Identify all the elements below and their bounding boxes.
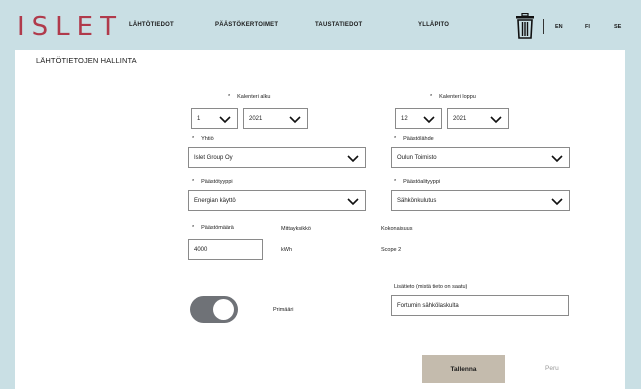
calendar-start-label: * Kalenteri alku [228, 94, 271, 100]
chevron-down-icon [347, 155, 359, 163]
calendar-start-year-select[interactable]: 2021 [243, 108, 308, 129]
emission-amount-label: * Päästömäärä [192, 225, 234, 231]
emission-type-select[interactable]: Energian käyttö [188, 190, 366, 211]
calendar-end-month-select[interactable]: 12 [395, 108, 442, 129]
chevron-down-icon [490, 116, 502, 124]
language-se[interactable]: SE [614, 24, 621, 30]
emission-source-label: * Päästölähde [394, 136, 434, 142]
scope-value: Scope 2 [381, 247, 402, 253]
unit-label: Mittayksikkö [281, 226, 311, 232]
additional-info-input[interactable]: Fortumin sähkölaskulta [391, 295, 569, 316]
cancel-link[interactable]: Peru [545, 365, 559, 372]
toggle-knob [213, 299, 234, 320]
page-title: LÄHTÖTIETOJEN HALLINTA [36, 56, 137, 65]
additional-info-label: Lisätieto (mistä tieto on saatu) [394, 284, 468, 290]
nav-item-lahtotiedot[interactable]: LÄHTÖTIEDOT [129, 22, 174, 28]
nav-item-yllapito[interactable]: YLLÄPITO [418, 22, 449, 28]
nav-item-paastokertoimet[interactable]: PÄÄSTÖKERTOIMET [215, 22, 278, 28]
primary-label: Primääri [273, 307, 294, 313]
unit-value: kWh [281, 247, 292, 253]
chevron-down-icon [289, 116, 301, 124]
nav-item-taustatiedot[interactable]: TAUSTATIEDOT [315, 22, 362, 28]
emission-type-label: * Päästötyyppi [192, 179, 233, 185]
top-navigation-bar: ISLET LÄHTÖTIEDOT PÄÄSTÖKERTOIMET TAUSTA… [0, 0, 641, 50]
company-select[interactable]: Islet Group Oy [188, 147, 366, 168]
emission-subtype-select[interactable]: Sähkönkulutus [391, 190, 570, 211]
islet-logo[interactable]: ISLET [17, 12, 123, 42]
language-fi[interactable]: FI [585, 24, 590, 30]
header-divider [543, 19, 544, 34]
chevron-down-icon [551, 155, 563, 163]
language-en[interactable]: EN [555, 24, 563, 30]
scope-label: Kokonaisuus [381, 226, 413, 232]
chevron-down-icon [551, 198, 563, 206]
chevron-down-icon [219, 116, 231, 124]
save-button[interactable]: Tallenna [422, 355, 505, 383]
emission-source-select[interactable]: Oulun Toimisto [391, 147, 570, 168]
primary-toggle[interactable] [190, 296, 238, 323]
emission-subtype-label: * Päästöalityyppi [394, 179, 441, 185]
emission-amount-input[interactable]: 4000 [188, 239, 263, 260]
calendar-end-year-select[interactable]: 2021 [447, 108, 509, 129]
main-form-panel: LÄHTÖTIETOJEN HALLINTA * Kalenteri alku 1… [15, 50, 625, 389]
company-label: * Yhtiö [192, 136, 214, 142]
calendar-end-label: * Kalenteri loppu [430, 94, 476, 100]
trash-icon[interactable] [515, 13, 535, 39]
calendar-start-month-select[interactable]: 1 [191, 108, 238, 129]
chevron-down-icon [423, 116, 435, 124]
chevron-down-icon [347, 198, 359, 206]
